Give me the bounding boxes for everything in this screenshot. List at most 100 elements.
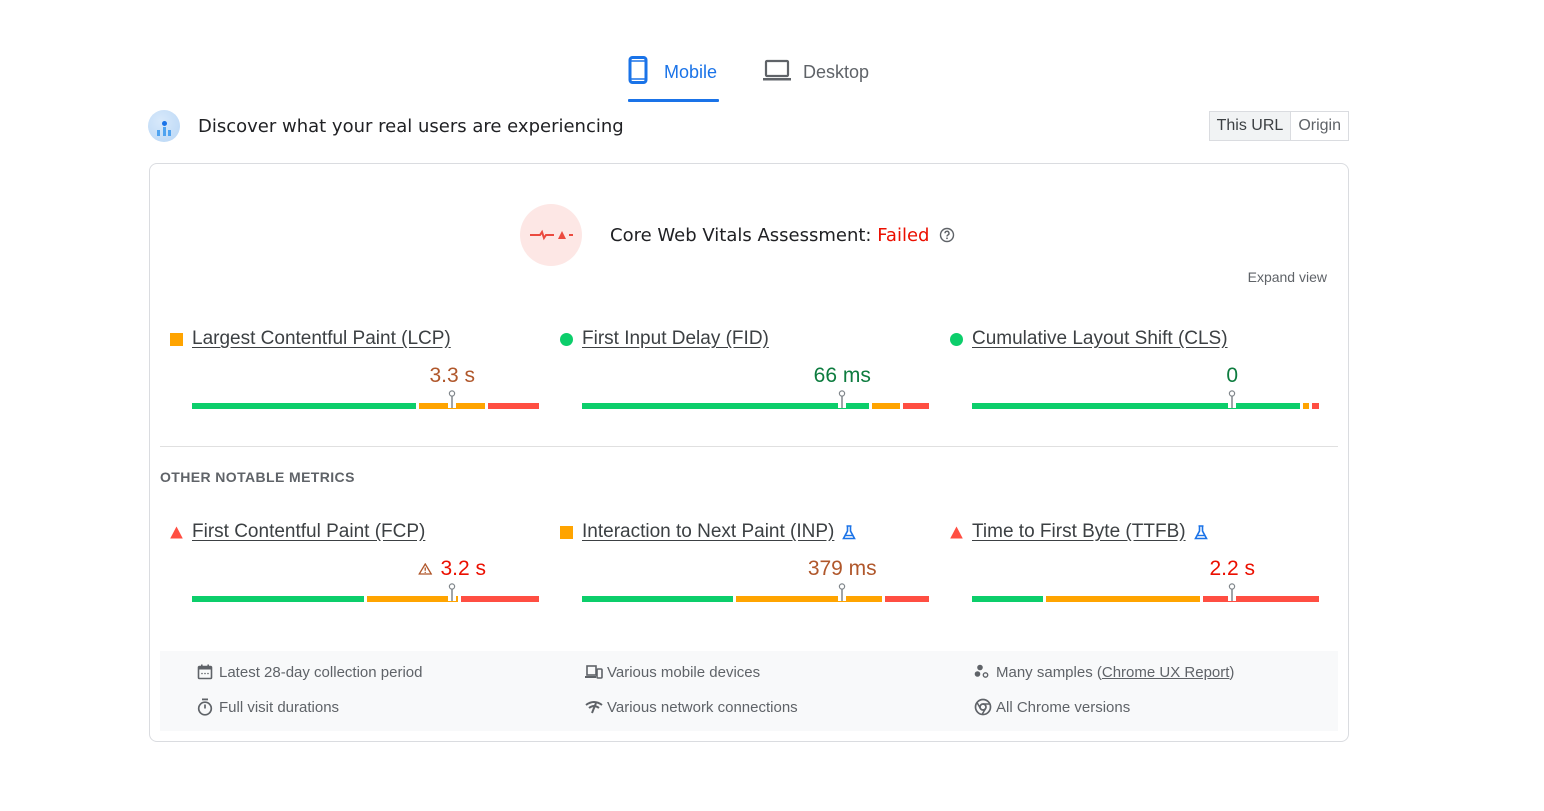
network-icon bbox=[585, 700, 607, 714]
metric-value-container: 3.3 s bbox=[192, 364, 539, 390]
core-metrics-row: Largest Contentful Paint (LCP) 3.3 s Fir… bbox=[170, 327, 1340, 417]
footer-item-chrome-versions: All Chrome versions bbox=[974, 697, 1130, 717]
bar-segment-poor bbox=[460, 596, 539, 602]
metric-header: First Input Delay (FID) bbox=[560, 327, 950, 351]
header-title: Discover what your real users are experi… bbox=[198, 115, 624, 137]
metric-name-link[interactable]: Interaction to Next Paint (INP) bbox=[582, 521, 834, 543]
metric-value-text: 66 ms bbox=[813, 364, 871, 387]
calendar-icon bbox=[197, 664, 219, 680]
footer-text: Various network connections bbox=[607, 698, 798, 716]
metric-lcp: Largest Contentful Paint (LCP) 3.3 s bbox=[170, 327, 560, 417]
tab-mobile-label: Mobile bbox=[664, 61, 718, 82]
other-metrics-heading: OTHER NOTABLE METRICS bbox=[160, 469, 355, 485]
metric-fcp: First Contentful Paint (FCP) 3.2 s bbox=[170, 520, 560, 610]
good-circle-icon bbox=[560, 332, 582, 346]
scope-toggle: This URL Origin bbox=[1208, 111, 1349, 141]
footer-text: Various mobile devices bbox=[607, 663, 761, 681]
other-metrics-row: First Contentful Paint (FCP) 3.2 s Inter… bbox=[170, 520, 1340, 610]
metric-name-link[interactable]: Cumulative Layout Shift (CLS) bbox=[972, 328, 1228, 350]
metric-header: Interaction to Next Paint (INP) bbox=[560, 520, 950, 544]
footer-samples-suffix: ) bbox=[1229, 663, 1235, 681]
core-web-vitals-card: Core Web Vitals Assessment: Failed Expan… bbox=[149, 163, 1349, 742]
device-tabs: Mobile Desktop bbox=[628, 52, 869, 103]
p75-marker bbox=[838, 390, 847, 408]
bar-segment-poor bbox=[1202, 596, 1319, 602]
smartphone-icon bbox=[628, 55, 648, 89]
chrome-ux-report-link[interactable]: Chrome UX Report bbox=[1102, 664, 1230, 681]
field-data-header: Discover what your real users are experi… bbox=[148, 108, 1349, 144]
metric-value-container: 66 ms bbox=[582, 364, 929, 390]
metric-value: 2.2 s bbox=[1209, 557, 1255, 581]
metric-value-container: 379 ms bbox=[582, 557, 929, 583]
metric-inp: Interaction to Next Paint (INP) 379 ms bbox=[560, 520, 950, 610]
metric-name-link[interactable]: First Contentful Paint (FCP) bbox=[192, 521, 425, 543]
distribution-bar bbox=[972, 583, 1319, 602]
bar-segment-needs-improvement bbox=[367, 596, 458, 602]
laptop-icon bbox=[763, 59, 791, 86]
footer-text: All Chrome versions bbox=[996, 698, 1131, 716]
bar-segment-good bbox=[582, 596, 734, 602]
bar-segment-good bbox=[192, 596, 364, 602]
metric-value-container: 2.2 s bbox=[972, 557, 1319, 583]
assessment-status: Failed bbox=[877, 224, 930, 246]
distribution-bar bbox=[192, 583, 539, 602]
poor-triangle-icon bbox=[950, 526, 972, 539]
metric-ttfb: Time to First Byte (TTFB) 2.2 s bbox=[950, 520, 1340, 610]
distribution-bar bbox=[582, 583, 929, 602]
footer-item-devices: Various mobile devices bbox=[585, 662, 760, 682]
bar-segment-needs-improvement bbox=[871, 403, 900, 409]
tab-mobile[interactable]: Mobile bbox=[628, 52, 719, 102]
footer-text: Full visit durations bbox=[219, 698, 340, 716]
p75-marker bbox=[1228, 390, 1237, 408]
metric-name-link[interactable]: First Input Delay (FID) bbox=[582, 328, 769, 350]
footer-item-visit-durations: Full visit durations bbox=[197, 697, 339, 717]
bar-segment-needs-improvement bbox=[736, 596, 883, 602]
metric-value-text: 379 ms bbox=[807, 557, 877, 580]
scope-origin-button[interactable]: Origin bbox=[1291, 112, 1348, 140]
footer-item-samples: Many samples (Chrome UX Report) bbox=[974, 662, 1234, 682]
bar-segment-poor bbox=[885, 596, 929, 602]
metric-value: 3.2 s bbox=[418, 557, 486, 581]
samples-icon bbox=[974, 664, 996, 680]
footer-text: Latest 28-day collection period bbox=[219, 663, 423, 681]
metric-header: Largest Contentful Paint (LCP) bbox=[170, 327, 560, 351]
metric-name-link[interactable]: Time to First Byte (TTFB) bbox=[972, 521, 1186, 543]
bar-segment-poor bbox=[1311, 403, 1319, 409]
tab-desktop[interactable]: Desktop bbox=[763, 52, 869, 92]
metric-header: Time to First Byte (TTFB) bbox=[950, 520, 1340, 544]
bar-segment-good bbox=[192, 403, 417, 409]
distribution-bar bbox=[972, 390, 1319, 409]
metric-value-container: 3.2 s bbox=[192, 557, 539, 583]
bar-segment-good bbox=[972, 403, 1301, 409]
metric-value: 66 ms bbox=[814, 364, 871, 388]
bar-segment-needs-improvement bbox=[1046, 596, 1200, 602]
bar-segment-poor bbox=[902, 403, 929, 409]
metric-header: First Contentful Paint (FCP) bbox=[170, 520, 560, 544]
help-icon[interactable] bbox=[939, 227, 955, 243]
p75-marker bbox=[838, 583, 847, 601]
metric-value: 0 bbox=[1226, 364, 1238, 388]
metric-value-text: 2.2 s bbox=[1209, 557, 1256, 580]
experimental-flask-icon bbox=[842, 524, 857, 540]
footer-text: Many samples (Chrome UX Report) bbox=[996, 664, 1234, 681]
timer-icon bbox=[197, 698, 219, 716]
scope-this-url-button[interactable]: This URL bbox=[1209, 112, 1292, 140]
experimental-flask-icon bbox=[1193, 524, 1208, 540]
p75-marker bbox=[448, 583, 457, 601]
bar-segment-poor bbox=[488, 403, 539, 409]
expand-view-button[interactable]: Expand view bbox=[1248, 269, 1327, 285]
needs-improvement-square-icon bbox=[170, 332, 192, 346]
metric-value-text: 3.2 s bbox=[440, 557, 487, 580]
poor-triangle-icon bbox=[170, 526, 192, 539]
data-source-footer: Latest 28-day collection period Various … bbox=[160, 651, 1338, 731]
assessment-header: Core Web Vitals Assessment: Failed bbox=[520, 204, 955, 266]
bar-segment-needs-improvement bbox=[1303, 403, 1309, 409]
metric-name-link[interactable]: Largest Contentful Paint (LCP) bbox=[192, 328, 451, 350]
failed-vitals-icon bbox=[520, 204, 582, 266]
section-divider bbox=[160, 446, 1338, 447]
metric-fid: First Input Delay (FID) 66 ms bbox=[560, 327, 950, 417]
needs-improvement-square-icon bbox=[560, 525, 582, 539]
footer-item-collection-period: Latest 28-day collection period bbox=[197, 662, 422, 682]
crux-logo-icon bbox=[148, 110, 180, 142]
metric-value-container: 0 bbox=[972, 364, 1319, 390]
